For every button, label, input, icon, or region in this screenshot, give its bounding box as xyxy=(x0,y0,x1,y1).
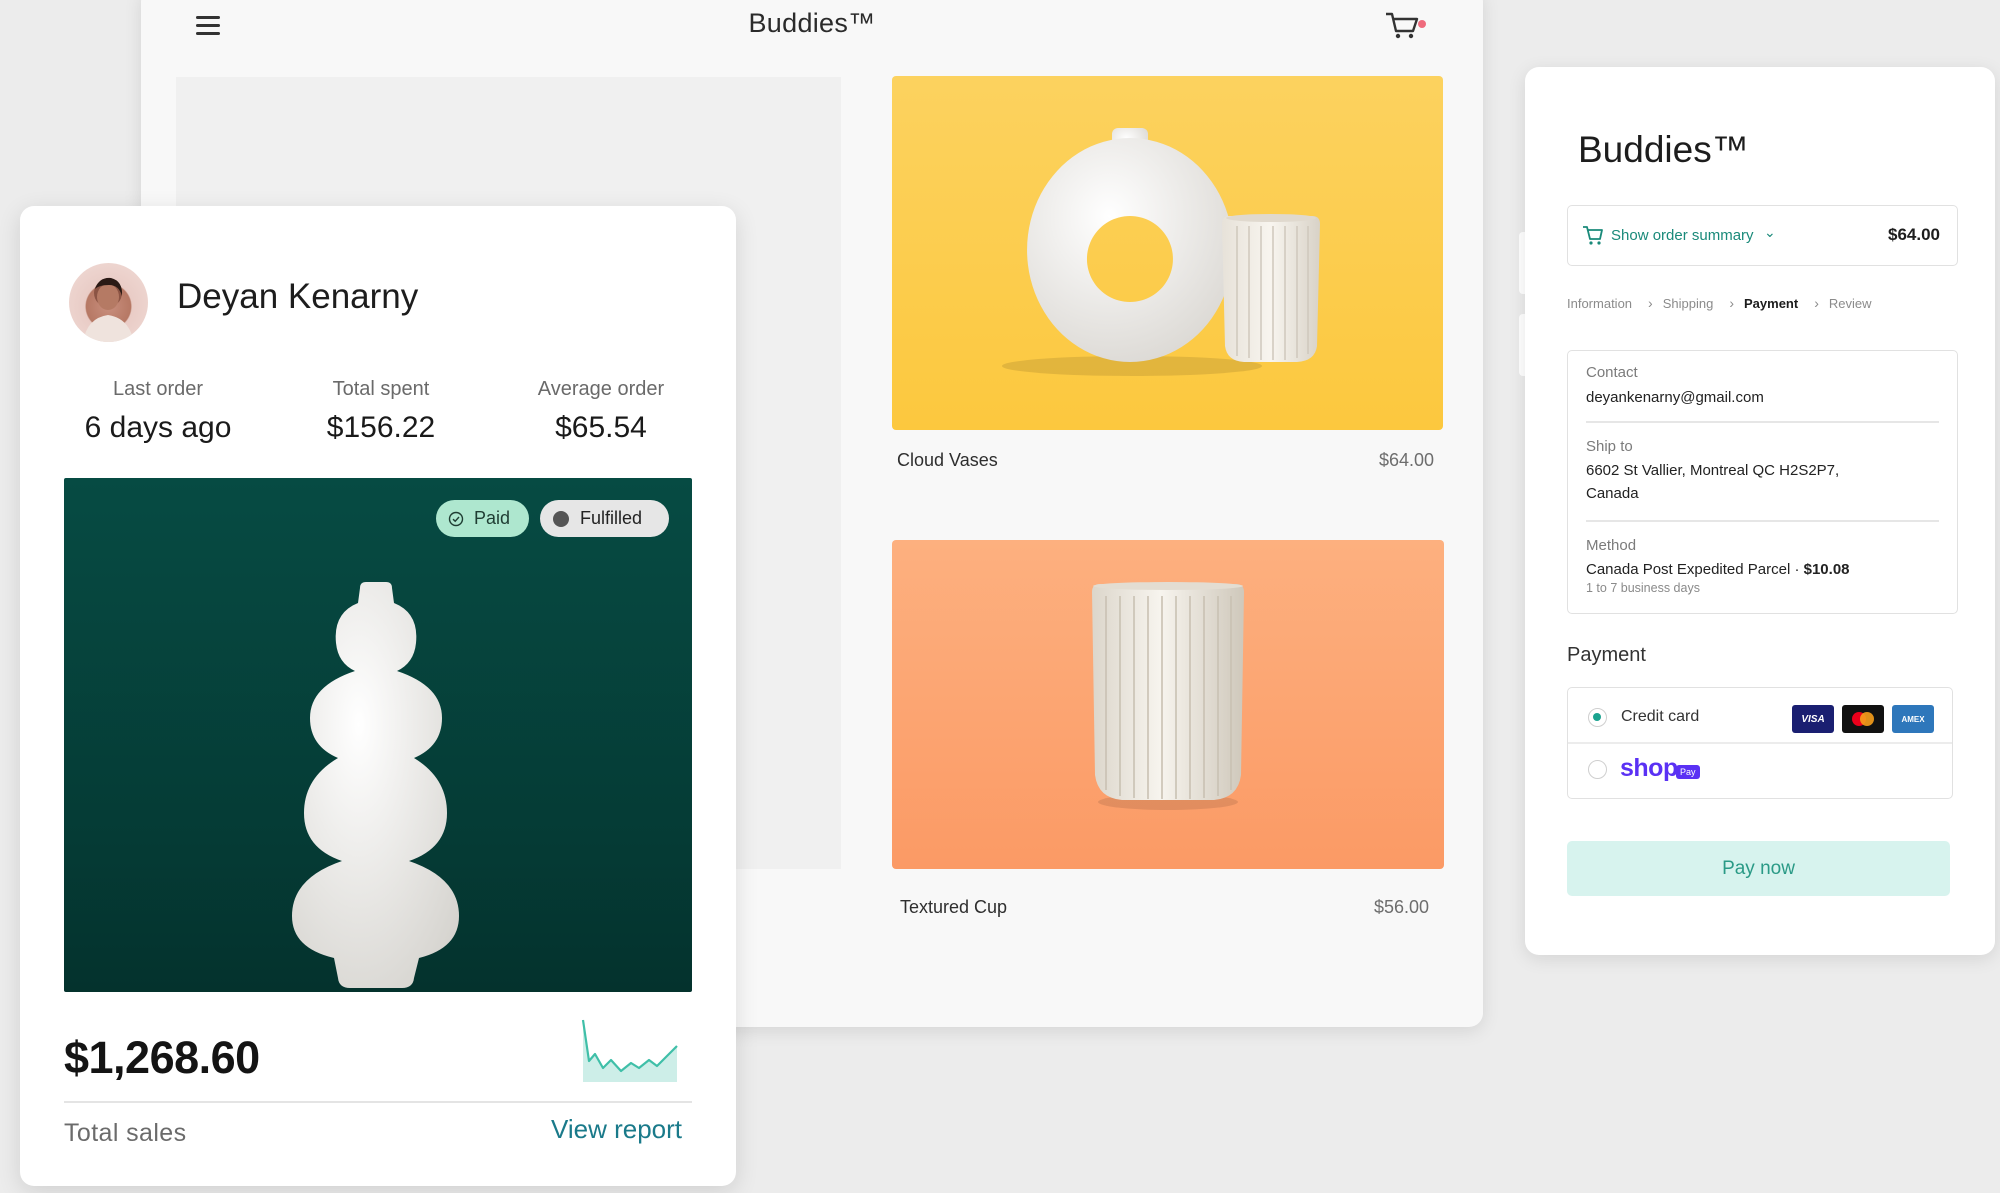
order-product-image[interactable]: Paid Fulfilled xyxy=(64,478,692,992)
ship-to-line: 6602 St Vallier, Montreal QC H2S2P7, xyxy=(1586,462,1840,479)
order-summary-toggle[interactable]: Show order summary ⌄ $64.00 xyxy=(1567,205,1958,266)
stat-last-order: Last order 6 days ago xyxy=(43,378,273,445)
method-row: Method Canada Post Expedited Parcel · $1… xyxy=(1586,537,1939,595)
avatar xyxy=(69,263,148,342)
stat-label: Last order xyxy=(112,378,204,400)
cloud-vases-illustration xyxy=(1002,128,1320,376)
sales-sparkline xyxy=(581,1019,678,1082)
contact-row: Contact deyankenarny@gmail.com xyxy=(1586,364,1939,409)
stat-label: Average order xyxy=(537,378,665,400)
product-image-textured-cup[interactable] xyxy=(892,540,1444,869)
total-sales-amount: $1,268.60 xyxy=(64,1032,260,1083)
vase-illustration xyxy=(292,582,459,988)
ship-to-row: Ship to 6602 St Vallier, Montreal QC H2S… xyxy=(1586,438,1939,505)
breadcrumb: Information › Shipping › Payment › Revie… xyxy=(1567,295,1872,311)
divider xyxy=(1568,742,1952,744)
order-summary-label: Show order summary xyxy=(1611,227,1754,244)
review-summary: Contact deyankenarny@gmail.com Ship to 6… xyxy=(1567,350,1958,614)
checkout-brand-title: Buddies™ xyxy=(1578,129,1749,170)
ship-to-label: Ship to xyxy=(1586,438,1633,455)
chevron-down-icon: ⌄ xyxy=(1764,224,1776,240)
customer-name: Deyan Kenarny xyxy=(177,277,419,316)
amex-icon: AMEX xyxy=(1892,705,1934,733)
method-name: Canada Post Expedited Parcel · xyxy=(1586,561,1804,578)
credit-card-label[interactable]: Credit card xyxy=(1621,708,1699,726)
chevron-right-icon: › xyxy=(1648,295,1653,311)
divider xyxy=(1586,520,1939,522)
badge-label: Fulfilled xyxy=(580,508,643,528)
stat-label: Total spent xyxy=(332,378,430,400)
payment-heading: Payment xyxy=(1567,644,1646,666)
chevron-right-icon: › xyxy=(1814,295,1819,311)
storefront-header: Buddies™ xyxy=(141,0,1483,60)
product-price: $64.00 xyxy=(1378,450,1434,470)
check-circle-icon xyxy=(448,511,464,526)
breadcrumb-information[interactable]: Information xyxy=(1567,296,1632,311)
method-eta: 1 to 7 business days xyxy=(1586,581,1700,595)
breadcrumb-payment: Payment xyxy=(1744,295,1799,311)
cart-notification-dot xyxy=(1418,20,1426,28)
stat-value: $65.54 xyxy=(555,411,647,444)
shop-pay-radio[interactable] xyxy=(1588,760,1607,779)
method-value: Canada Post Expedited Parcel · $10.08 xyxy=(1586,558,1939,581)
pay-now-button[interactable]: Pay now xyxy=(1567,841,1950,896)
breadcrumb-review: Review xyxy=(1828,295,1872,311)
customer-card: Deyan Kenarny Last order 6 days ago Tota… xyxy=(20,206,736,1186)
product-name[interactable]: Textured Cup xyxy=(900,897,1007,918)
visa-icon: VISA xyxy=(1792,705,1834,733)
stat-total-spent: Total spent $156.22 xyxy=(266,378,496,445)
store-brand-title: Buddies™ xyxy=(748,8,876,38)
chevron-right-icon: › xyxy=(1729,295,1734,311)
status-badge-paid[interactable]: Paid xyxy=(436,500,529,537)
textured-cup-illustration xyxy=(1092,582,1244,810)
product-image-cloud-vases[interactable] xyxy=(892,76,1443,430)
method-label: Method xyxy=(1586,537,1637,554)
product-price: $56.00 xyxy=(1373,897,1429,917)
shop-pay-badge: Pay xyxy=(1676,765,1700,779)
badge-label: Paid xyxy=(474,508,511,528)
payment-methods: Credit card VISA AMEX shop Pay xyxy=(1567,687,1953,799)
cart-icon xyxy=(1583,226,1603,245)
product-name[interactable]: Cloud Vases xyxy=(897,450,998,471)
stat-value: $156.22 xyxy=(326,411,436,444)
shop-pay-logo[interactable]: shop xyxy=(1620,754,1678,783)
filled-circle-icon xyxy=(553,510,569,527)
stat-value: 6 days ago xyxy=(84,411,232,444)
mastercard-icon xyxy=(1842,705,1884,733)
divider xyxy=(64,1101,692,1103)
divider xyxy=(1586,421,1939,423)
order-summary-amount: $64.00 xyxy=(1888,225,1940,244)
contact-value: deyankenarny@gmail.com xyxy=(1586,389,1764,406)
view-report-link[interactable]: View report xyxy=(551,1114,682,1145)
contact-label: Contact xyxy=(1586,364,1638,381)
checkout-panel: Buddies™ Show order summary ⌄ $64.00 Inf… xyxy=(1525,67,1995,955)
ship-to-line: Canada xyxy=(1586,485,1639,502)
total-sales-label: Total sales xyxy=(64,1119,187,1147)
status-badge-fulfilled[interactable]: Fulfilled xyxy=(540,500,669,537)
credit-card-radio[interactable] xyxy=(1588,708,1607,727)
ship-to-value: 6602 St Vallier, Montreal QC H2S2P7, Can… xyxy=(1586,459,1939,505)
method-price: $10.08 xyxy=(1803,561,1850,578)
breadcrumb-shipping[interactable]: Shipping xyxy=(1663,296,1714,311)
stat-average-order: Average order $65.54 xyxy=(486,378,716,445)
